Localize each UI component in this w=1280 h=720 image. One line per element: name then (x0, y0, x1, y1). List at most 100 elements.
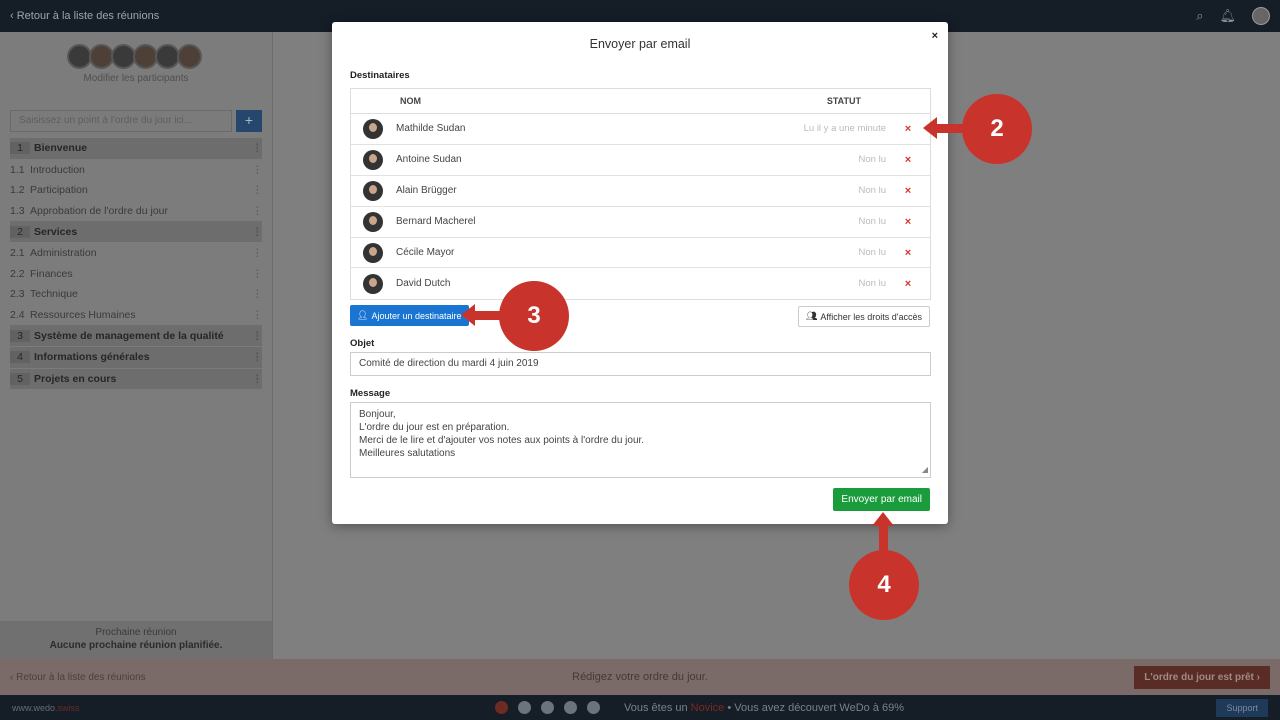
recipient-status: Non lu (858, 247, 886, 258)
recipient-status: Non lu (858, 154, 886, 166)
agenda-section[interactable]: 3 Système de management de la qualité ⋮ (10, 325, 263, 346)
agenda-item-number: 5 (10, 372, 30, 385)
back-to-meetings-link[interactable]: ‹ Retour à la liste des réunions (10, 10, 159, 22)
more-vertical-icon[interactable]: ⋮ (252, 184, 263, 196)
modify-participants-link[interactable]: Modifier les participants (0, 73, 272, 84)
next-meeting-title: Prochaine réunion (95, 627, 177, 638)
more-vertical-icon[interactable]: ⋮ (252, 164, 263, 176)
agenda-item-number: 2.4 (10, 309, 25, 322)
recipient-row: Mathilde Sudan Lu il y a une minute × (351, 114, 930, 145)
send-email-button[interactable]: Envoyer par email (833, 488, 930, 511)
user-avatar[interactable] (1252, 7, 1270, 25)
more-vertical-icon[interactable]: ⋮ (252, 288, 263, 300)
participants-avatars[interactable] (0, 44, 272, 69)
agenda-item[interactable]: 2.1 Administration ⋮ (10, 243, 263, 264)
message-line: Merci de le lire et d'ajouter vos notes … (359, 435, 645, 446)
agenda-section[interactable]: 1 Bienvenue ⋮ (10, 138, 263, 159)
remove-recipient-icon[interactable]: × (886, 185, 930, 197)
recipient-row: Alain Brügger Non lu × (351, 176, 930, 207)
agenda-item-label: Introduction (30, 163, 85, 176)
resize-grip-icon[interactable]: ◢ (922, 463, 928, 476)
search-icon[interactable]: ⌕ (1196, 8, 1203, 24)
brand-www: www.wedo (12, 702, 56, 713)
recipients-table-header: NOM STATUT (351, 89, 930, 114)
add-recipient-button[interactable]: 👤︎ Ajouter un destinataire (350, 305, 469, 326)
bottom-back-link[interactable]: ‹ Retour à la liste des réunions (10, 672, 146, 683)
agenda-item-label: Projets en cours (34, 372, 117, 385)
agenda-item-label: Participation (30, 184, 88, 197)
recipient-status: Non lu (858, 216, 886, 228)
recipient-name: Bernard Macherel (396, 216, 476, 228)
avatar (363, 149, 383, 170)
next-meeting-panel: Prochaine réunion Aucune prochaine réuni… (0, 621, 272, 659)
agenda-item[interactable]: 1.2 Participation ⋮ (10, 180, 263, 201)
recipient-row: Antoine Sudan Non lu × (351, 145, 930, 176)
agenda-item-number: 2 (10, 225, 30, 238)
more-vertical-icon[interactable]: ⋮ (252, 226, 263, 238)
more-vertical-icon[interactable]: ⋮ (252, 330, 263, 342)
agenda-section[interactable]: 5 Projets en cours ⋮ (10, 368, 263, 390)
more-vertical-icon[interactable]: ⋮ (252, 205, 263, 217)
agenda-item-number: 1.1 (10, 163, 25, 176)
add-agenda-item-button[interactable]: + (236, 110, 262, 132)
support-label: Support (1226, 702, 1258, 713)
remove-recipient-icon[interactable]: × (886, 154, 930, 166)
topbar-actions: ⌕ 🔔︎ (1196, 7, 1270, 25)
progress-dot[interactable] (541, 701, 554, 714)
more-vertical-icon[interactable]: ⋮ (252, 373, 263, 385)
agenda-section[interactable]: 2 Services ⋮ (10, 221, 263, 242)
bottom-hint-text: Rédigez votre ordre du jour. (572, 671, 708, 683)
recipients-rows: Mathilde Sudan Lu il y a une minute × Antoi… (351, 114, 930, 299)
progress-dot[interactable] (495, 701, 508, 714)
brand-swiss: .swiss (55, 702, 80, 713)
remove-recipient-icon[interactable]: × (886, 278, 930, 290)
agenda-item[interactable]: 2.3 Technique ⋮ (10, 284, 263, 305)
send-email-modal: Envoyer par email × Destinataires NOM ST… (332, 22, 948, 524)
agenda-item-number: 3 (10, 329, 30, 342)
subject-label: Objet (350, 338, 375, 349)
add-recipient-label: Ajouter un destinataire (371, 310, 462, 321)
remove-recipient-icon[interactable]: × (886, 247, 930, 259)
agenda-section[interactable]: 4 Informations générales ⋮ (10, 346, 263, 368)
close-icon[interactable]: × (932, 30, 938, 42)
more-vertical-icon[interactable]: ⋮ (252, 247, 263, 259)
agenda-item-label: Technique (30, 288, 78, 301)
show-access-rights-button[interactable]: 👥︎ Afficher les droits d'accès (797, 306, 930, 327)
modal-title: Envoyer par email (589, 37, 691, 51)
agenda-item-number: 1 (10, 142, 30, 155)
progress-dot[interactable] (518, 701, 531, 714)
discovery-progress (495, 701, 600, 714)
agenda-item-number: 1.3 (10, 205, 25, 218)
support-button[interactable]: Support (1216, 698, 1268, 717)
agenda-item[interactable]: 1.1 Introduction ⋮ (10, 160, 263, 181)
more-vertical-icon[interactable]: ⋮ (252, 309, 263, 321)
subject-input[interactable]: Comité de direction du mardi 4 juin 2019 (350, 352, 931, 376)
recipient-name: Alain Brügger (396, 185, 457, 197)
agenda-item-label: Ressources Humaines (30, 309, 136, 322)
agenda-ready-button[interactable]: L'ordre du jour est prêt › (1134, 665, 1270, 689)
bell-icon[interactable]: 🔔︎ (1219, 8, 1236, 24)
level-suffix: • Vous avez découvert WeDo à 69% (724, 701, 905, 714)
more-vertical-icon[interactable]: ⋮ (252, 351, 263, 363)
message-line: Bonjour, (359, 409, 396, 420)
message-textarea[interactable]: Bonjour, L'ordre du jour est en préparati… (350, 402, 931, 478)
agenda-item-label: Administration (30, 247, 97, 260)
recipient-name: Cécile Mayor (396, 247, 455, 258)
footer-bar: www.wedo.swiss Vous êtes un Novice • Vou… (0, 695, 1280, 720)
message-line: L'ordre du jour est en préparation. (359, 422, 510, 433)
more-vertical-icon[interactable]: ⋮ (252, 268, 263, 280)
agenda-input-row: Saisissez un point à l'ordre du jour ici… (10, 110, 262, 132)
progress-dot[interactable] (564, 701, 577, 714)
more-vertical-icon[interactable]: ⋮ (252, 142, 263, 154)
agenda-item[interactable]: 1.3 Approbation de l'ordre du jour ⋮ (10, 201, 263, 222)
avatar (363, 242, 383, 263)
agenda-item[interactable]: 2.2 Finances ⋮ (10, 264, 263, 285)
avatar (363, 273, 383, 294)
agenda-sidebar: Modifier les participants Saisissez un p… (0, 32, 273, 659)
remove-recipient-icon[interactable]: × (886, 216, 930, 228)
agenda-item[interactable]: 2.4 Ressources Humaines ⋮ (10, 305, 263, 326)
callout-badge-2: 2 (962, 94, 1032, 164)
recipient-name: Mathilde Sudan (396, 123, 466, 135)
agenda-item-input[interactable]: Saisissez un point à l'ordre du jour ici… (10, 110, 232, 132)
progress-dot[interactable] (587, 701, 600, 714)
